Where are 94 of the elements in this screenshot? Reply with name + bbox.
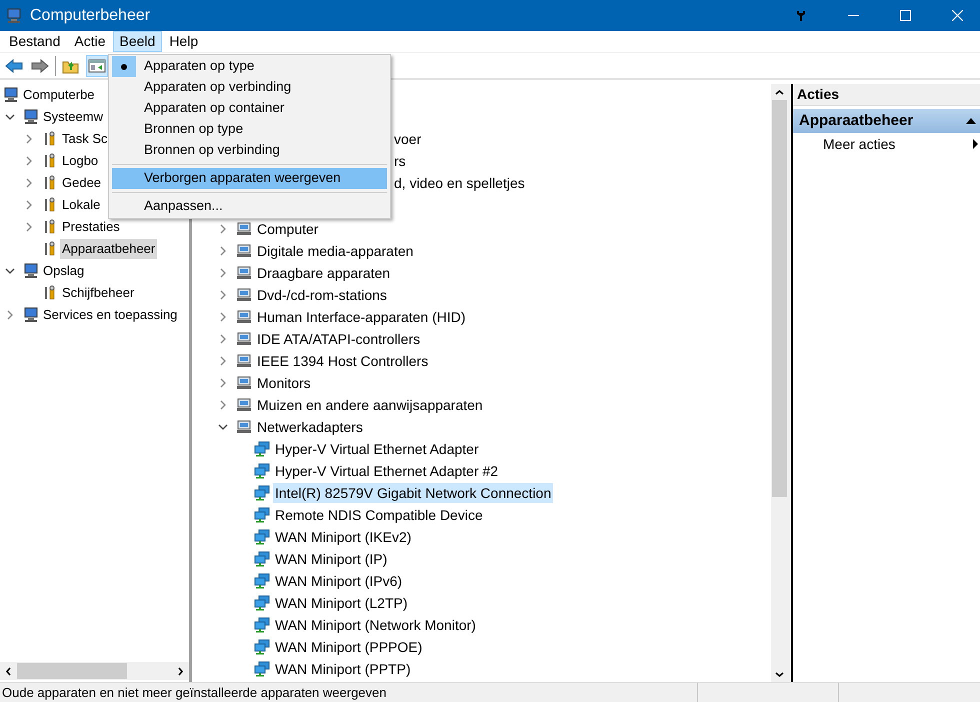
computer-icon [23, 307, 39, 323]
network-adapter-icon [254, 485, 270, 501]
menu-item[interactable]: Bestand [2, 31, 68, 52]
network-adapter-icon [254, 661, 270, 677]
tree-item[interactable]: IEEE 1394 Host Controllers [255, 351, 430, 371]
window-title: Computerbeheer [30, 6, 150, 26]
menu-option[interactable]: Bronnen op type [112, 119, 387, 140]
tree-item[interactable]: WAN Miniport (PPTP) [273, 659, 413, 679]
tree-item[interactable]: Digitale media-apparaten [255, 241, 416, 261]
tree-item[interactable]: Computerbe [21, 85, 97, 105]
network-adapter-icon [254, 617, 270, 633]
device-icon [236, 265, 252, 281]
tree-item[interactable]: WAN Miniport (IKEv2) [273, 527, 414, 547]
tree-item[interactable]: WAN Miniport (IP) [273, 549, 390, 569]
back-icon [5, 58, 23, 74]
vertical-scrollbar[interactable] [771, 84, 788, 682]
radio-dot [121, 64, 127, 70]
device-icon [236, 397, 252, 413]
device-icon [236, 309, 252, 325]
collapse-icon[interactable] [966, 118, 976, 124]
tree-item[interactable]: Gedee [60, 173, 104, 193]
tree-item[interactable]: voer [392, 129, 424, 149]
tree-item[interactable]: IDE ATA/ATAPI-controllers [255, 329, 422, 349]
tree-item[interactable]: Systeemw [41, 107, 105, 127]
scroll-left-icon[interactable] [5, 666, 12, 676]
tree-item[interactable]: Human Interface-apparaten (HID) [255, 307, 468, 327]
menu-option[interactable]: Aanpassen... [112, 196, 387, 217]
menu-item[interactable]: Actie [67, 31, 112, 52]
tree-item[interactable]: rs [392, 151, 408, 171]
action-link[interactable]: Meer acties [823, 134, 896, 154]
tree-item[interactable]: Task Sc [60, 129, 110, 149]
network-adapter-icon [254, 639, 270, 655]
wrench-icon [795, 10, 807, 22]
chevron-icon[interactable] [218, 422, 228, 432]
device-icon [236, 353, 252, 369]
tree-item[interactable]: WAN Miniport (PPPOE) [273, 637, 424, 657]
tree-item[interactable]: Netwerkadapters [255, 417, 365, 437]
menu-option[interactable]: Bronnen op verbinding [112, 140, 387, 161]
network-adapter-icon [254, 441, 270, 457]
tree-item[interactable]: Intel(R) 82579V Gigabit Network Connection [273, 483, 554, 503]
tree-item[interactable]: Remote NDIS Compatible Device [273, 505, 485, 525]
tree-item[interactable]: Hyper-V Virtual Ethernet Adapter [273, 439, 481, 459]
tree-item[interactable]: Logbo [60, 151, 100, 171]
computer-icon [23, 109, 39, 125]
network-adapter-icon [254, 551, 270, 567]
network-adapter-icon [254, 507, 270, 523]
tree-item[interactable]: WAN Miniport (Network Monitor) [273, 615, 478, 635]
tree-item[interactable]: Dvd-/cd-rom-stations [255, 285, 389, 305]
menu-item[interactable]: Beeld [112, 31, 162, 52]
computer-icon [23, 263, 39, 279]
tree-item[interactable]: d, video en spelletjes [392, 173, 527, 193]
computer-icon [3, 87, 19, 103]
scroll-up-icon[interactable] [775, 88, 784, 96]
horizontal-scrollbar[interactable] [0, 662, 189, 680]
device-icon [236, 375, 252, 391]
console-tree-button[interactable] [86, 54, 108, 76]
device-icon [236, 221, 252, 237]
tree-item[interactable]: Monitors [255, 373, 313, 393]
menu-option[interactable]: Apparaten op container [112, 98, 387, 119]
network-adapter-icon [254, 573, 270, 589]
tree-item[interactable]: Schijfbeheer [60, 283, 136, 303]
device-icon [236, 331, 252, 347]
network-adapter-icon [254, 595, 270, 611]
close-icon [952, 10, 962, 21]
tree-item[interactable]: WAN Miniport (IPv6) [273, 571, 404, 591]
tree-item[interactable]: Hyper-V Virtual Ethernet Adapter #2 [273, 461, 500, 481]
tree-item[interactable]: Services en toepassing [41, 305, 180, 325]
submenu-arrow-icon [973, 139, 978, 149]
tree-item[interactable]: Prestaties [60, 217, 122, 237]
scroll-down-icon[interactable] [775, 670, 784, 678]
tree-item[interactable]: Apparaatbeheer [60, 239, 158, 259]
tree-item[interactable]: Muizen en andere aanwijsapparaten [255, 395, 485, 415]
device-icon [236, 287, 252, 303]
device-icon [236, 243, 252, 259]
menu-option[interactable]: Apparaten op verbinding [112, 77, 387, 98]
chevron-icon[interactable] [5, 266, 15, 276]
device-icon [236, 419, 252, 435]
network-adapter-icon [254, 529, 270, 545]
console-tree-icon [88, 58, 106, 74]
tree-item[interactable]: Draagbare apparaten [255, 263, 392, 283]
menu-option[interactable]: Apparaten op type [112, 56, 387, 77]
forward-icon [31, 58, 49, 74]
network-adapter-icon [254, 463, 270, 479]
tree-item[interactable]: Lokale [60, 195, 102, 215]
menu-option[interactable]: Verborgen apparaten weergeven [112, 168, 387, 189]
scroll-right-icon[interactable] [177, 666, 184, 676]
menu-item[interactable]: Help [162, 31, 206, 52]
actions-header: Acties [793, 84, 980, 106]
status-text: Oude apparaten en niet meer geïnstalleerde apparaten weergeven [1, 684, 388, 702]
maximize-icon [900, 10, 910, 21]
chevron-icon[interactable] [5, 112, 15, 122]
tree-item[interactable]: Opslag [41, 261, 86, 281]
tree-item[interactable]: Computer [255, 219, 320, 239]
tree-item[interactable]: WAN Miniport (L2TP) [273, 593, 410, 613]
